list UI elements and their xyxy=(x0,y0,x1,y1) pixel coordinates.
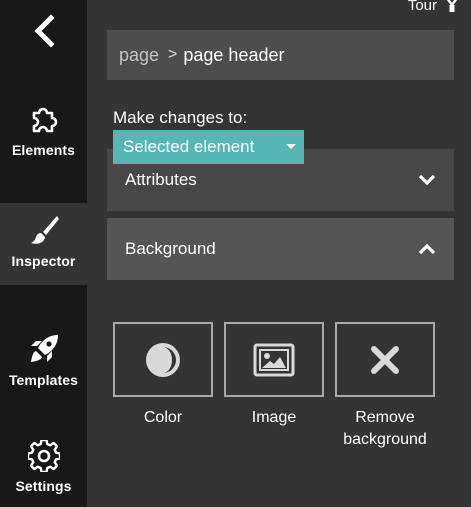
close-icon xyxy=(371,345,399,374)
background-image-option[interactable]: Image xyxy=(224,322,324,429)
remove-background-option[interactable]: Remove background xyxy=(335,322,435,451)
tour-label: Tour xyxy=(407,0,437,14)
image-tile[interactable] xyxy=(224,322,324,397)
caret-down-icon xyxy=(286,144,296,149)
left-sidebar: Elements Inspector Templates Settings xyxy=(0,0,87,507)
remove-option-label: Remove background xyxy=(343,407,427,451)
sidebar-item-templates[interactable]: Templates xyxy=(0,320,87,410)
breadcrumb-root[interactable]: page xyxy=(119,45,159,66)
background-color-option[interactable]: Color xyxy=(113,322,213,429)
sidebar-item-label: Elements xyxy=(11,142,76,158)
image-option-label: Image xyxy=(251,409,297,426)
sidebar-item-label: Settings xyxy=(15,478,72,494)
chevron-left-icon xyxy=(33,14,55,48)
background-section-header[interactable]: Background xyxy=(107,218,454,280)
sidebar-item-label: Inspector xyxy=(11,253,76,269)
contrast-icon xyxy=(146,342,180,377)
paintbrush-icon xyxy=(30,216,59,244)
remove-tile[interactable] xyxy=(335,322,435,397)
color-option-label: Color xyxy=(143,409,183,426)
sidebar-item-elements[interactable]: Elements xyxy=(0,92,87,202)
puzzle-piece-icon xyxy=(32,107,57,133)
sidebar-item-label: Templates xyxy=(8,372,79,388)
sidebar-item-settings[interactable]: Settings xyxy=(0,430,87,507)
lightbulb-icon xyxy=(446,0,458,12)
breadcrumb-current: page header xyxy=(183,44,285,65)
back-button[interactable] xyxy=(0,0,87,62)
remove-option-label-line1: Remove xyxy=(355,409,415,426)
inspector-panel: Tour page > page header Make changes to:… xyxy=(87,0,471,507)
breadcrumb: page > page header xyxy=(107,30,454,80)
gear-icon xyxy=(27,440,60,472)
attributes-title: Attributes xyxy=(125,170,197,189)
chevron-down-icon xyxy=(418,174,436,186)
tour-button[interactable]: Tour xyxy=(408,0,459,14)
chevron-up-icon xyxy=(418,243,436,255)
changes-target-select[interactable]: Selected element xyxy=(113,130,304,164)
background-title: Background xyxy=(125,239,216,258)
remove-option-label-line2: background xyxy=(343,431,427,448)
changes-target-value: Selected element xyxy=(123,137,255,156)
color-tile[interactable] xyxy=(113,322,213,397)
image-icon xyxy=(253,343,295,376)
breadcrumb-separator: > xyxy=(168,46,178,63)
sidebar-item-inspector[interactable]: Inspector xyxy=(0,203,87,285)
rocket-icon xyxy=(30,335,58,362)
changes-target-label: Make changes to: xyxy=(113,108,248,127)
